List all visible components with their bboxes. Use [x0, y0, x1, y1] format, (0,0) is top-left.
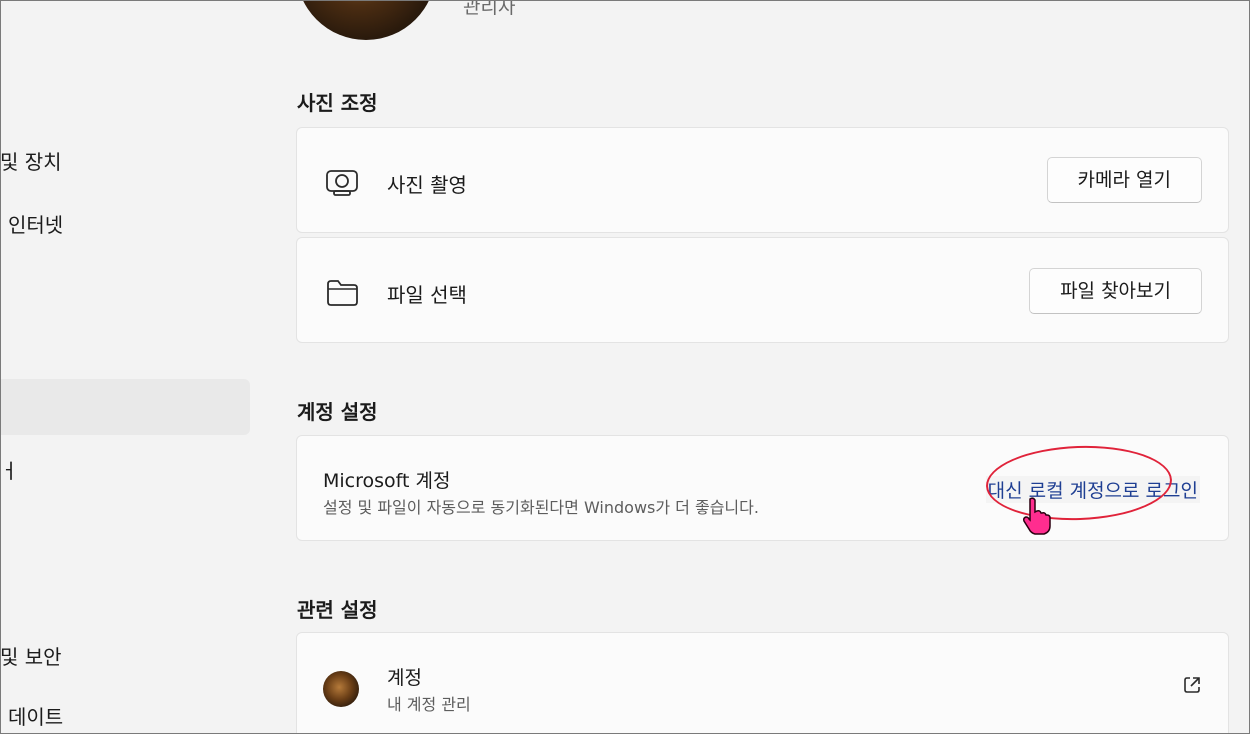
sidebar-item-accounts-selected[interactable]	[0, 379, 250, 435]
sidebar-item-privacy-security[interactable]: 및 보안	[0, 643, 62, 671]
external-link-icon[interactable]	[1182, 675, 1202, 699]
section-title-photo: 사진 조정	[297, 91, 378, 115]
choose-file-label: 파일 선택	[387, 283, 467, 307]
folder-icon	[325, 278, 359, 312]
sidebar: 및 장치 인터넷 ㅓ 및 보안 데이트	[0, 0, 262, 734]
section-title-related: 관련 설정	[297, 598, 378, 622]
profile-role: 관리자	[463, 0, 516, 18]
open-camera-button[interactable]: 카메라 열기	[1046, 157, 1202, 203]
accounts-title: 계정	[387, 667, 422, 689]
microsoft-account-description: 설정 및 파일이 자동으로 동기화된다면 Windows가 더 좋습니다.	[323, 498, 759, 517]
camera-icon	[325, 168, 359, 202]
browse-files-button[interactable]: 파일 찾아보기	[1029, 268, 1202, 314]
take-photo-label: 사진 촬영	[387, 173, 467, 197]
section-title-account: 계정 설정	[297, 400, 378, 424]
choose-file-card: 파일 선택 파일 찾아보기	[296, 237, 1229, 343]
sidebar-item-network[interactable]: 인터넷	[8, 211, 63, 239]
take-photo-card: 사진 촬영 카메라 열기	[296, 127, 1229, 233]
profile-avatar	[296, 0, 436, 40]
sidebar-item-devices[interactable]: 및 장치	[0, 148, 62, 176]
microsoft-account-title: Microsoft 계정	[323, 470, 451, 492]
sidebar-item-partial[interactable]: ㅓ	[0, 457, 18, 485]
accounts-subtitle: 내 계정 관리	[387, 695, 471, 714]
sidebar-item-windows-update[interactable]: 데이트	[8, 703, 63, 731]
account-avatar	[323, 671, 359, 707]
hand-cursor-icon	[1020, 496, 1054, 540]
accounts-link-card[interactable]: 계정 내 계정 관리	[296, 632, 1229, 734]
